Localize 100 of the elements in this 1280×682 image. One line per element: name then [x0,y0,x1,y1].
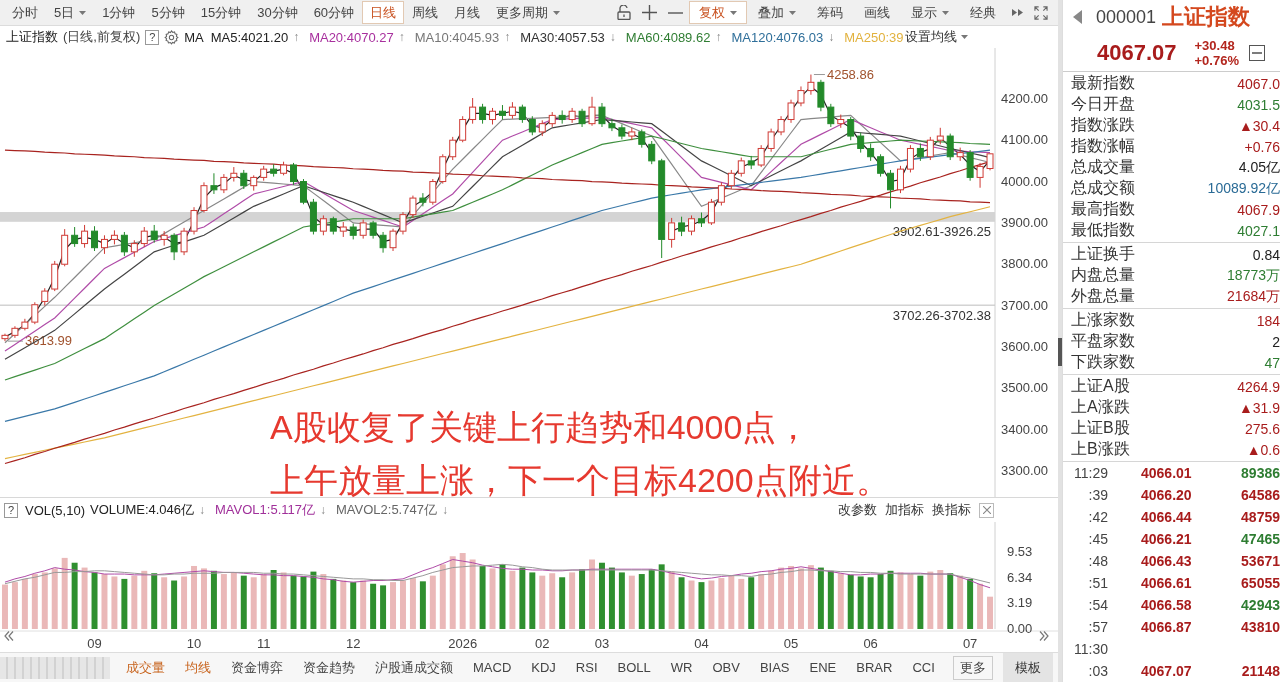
candle [309,198,317,235]
candle [916,143,924,162]
axis-label: 3600.00 [1001,338,1048,354]
indicator-tab[interactable]: MACD [463,660,522,675]
help-button[interactable]: ? [4,502,18,518]
gear-icon[interactable] [164,29,180,45]
indicator-action-link[interactable]: 换指标 [932,501,971,519]
period-tab[interactable]: 月线 [446,1,489,24]
axis-label: 06 [863,636,878,651]
stat-value: 4264.9 [1237,378,1280,395]
stat-label: 上A涨跌 [1071,397,1130,417]
period-tab[interactable]: 更多周期 [488,1,569,24]
candle [459,115,467,143]
volume-bar [350,582,357,629]
toolbar-button[interactable]: 复权 [689,1,747,24]
axis-label: 02 [535,636,550,651]
volume-bar [409,578,416,629]
indicator-tab[interactable]: CCI [902,660,945,675]
volume-bar [71,562,78,629]
indicator-action-link[interactable]: 加指标 [885,501,924,519]
axis-label: 2026 [448,636,478,651]
period-tab[interactable]: 15分钟 [192,1,250,24]
stat-label: 上证B股 [1071,418,1130,438]
indicator-tab[interactable]: BOLL [607,660,661,675]
candle [628,127,636,141]
indicator-tab[interactable]: 资金趋势 [293,658,365,677]
volume-bar [519,567,526,629]
indicator-tab[interactable]: RSI [565,660,608,675]
volume-bar [748,577,755,629]
indicator-tab[interactable]: BIAS [749,660,800,675]
stat-label: 总成交量 [1071,157,1135,177]
scrollbar-thumb[interactable] [0,656,110,679]
stat-label: 指数涨跌 [1071,115,1135,135]
indicator-action-link[interactable]: 改参数 [838,501,877,519]
volume-bar [807,565,814,629]
volume-bar [509,570,516,629]
candle [807,74,815,96]
candle [578,108,586,128]
tick-time: 11:29 [1073,465,1108,481]
period-tab[interactable]: 5日 [46,1,95,24]
candle [429,178,437,206]
candle [140,226,148,248]
toolbar-button[interactable]: 显示 [901,1,959,24]
candle [817,79,825,112]
period-tab[interactable]: 日线 [362,1,405,24]
ma-settings-button[interactable]: 设置均线 [904,28,968,46]
tick-volume: 48759 [1241,509,1280,525]
stat-label: 下跌家数 [1071,352,1135,372]
band-label: 3902.61-3926.25 [892,223,991,239]
indicator-tab[interactable]: OBV [702,660,750,675]
period-tab[interactable]: 分时 [4,1,46,24]
candle [827,103,835,128]
stat-label: 最低指数 [1071,220,1135,240]
period-tab[interactable]: 30分钟 [249,1,306,24]
panel-toggle-handle[interactable] [1058,338,1062,366]
stat-label: 上证A股 [1071,376,1130,396]
indicator-tab[interactable]: 资金博弈 [221,658,293,677]
indicator-tab[interactable]: WR [660,660,703,675]
template-button[interactable]: 模板 [1002,652,1053,682]
minus-icon[interactable] [1249,44,1265,61]
toolbar-button[interactable]: 叠加 [748,1,806,24]
candle [91,225,98,252]
axis-label: 03 [594,636,610,651]
indicator-tab[interactable]: 成交量 [116,658,175,677]
candle [638,128,646,149]
help-button[interactable]: ? [145,29,160,45]
more-button[interactable]: 更多 [952,655,993,680]
axis-label: 3800.00 [1001,256,1048,272]
candle [270,163,278,178]
indicator-tab[interactable]: 均线 [175,658,221,677]
volume-bar [907,574,914,629]
period-tab[interactable]: 60分钟 [305,1,363,24]
stat-value: 18773万 [1227,266,1280,285]
candle [528,115,536,136]
volume-bar [618,572,625,629]
indicator-tab[interactable]: KDJ [521,660,566,675]
indicator-tab[interactable]: BRAR [846,660,903,675]
close-icon[interactable] [979,502,994,518]
triangle-left-icon[interactable] [1073,10,1082,25]
double-chevron-left-icon[interactable] [4,630,14,642]
double-chevron-right-icon[interactable] [1039,630,1049,642]
volume-bar [489,568,496,629]
indicator-tab[interactable]: 沪股通成交额 [365,658,463,677]
toolbar-button[interactable]: 筹码 [807,1,853,24]
candle [797,85,805,107]
stat-value: ▲0.6 [1246,441,1280,458]
candle [717,181,725,206]
period-tab[interactable]: 1分钟 [94,1,144,24]
volume-bar [549,573,556,629]
toolbar-button[interactable]: 画线 [854,1,900,24]
volume-bar [917,575,924,629]
period-tab[interactable]: 5分钟 [143,1,193,24]
stat-value: ▲30.4 [1238,117,1280,134]
volume-bar [897,572,904,629]
candle [41,287,49,307]
indicator-tab[interactable]: ENE [799,660,847,675]
candle [538,119,546,137]
period-tab[interactable]: 周线 [404,1,447,24]
candle [548,111,556,128]
toolbar-button[interactable]: 经典 [960,1,1006,24]
